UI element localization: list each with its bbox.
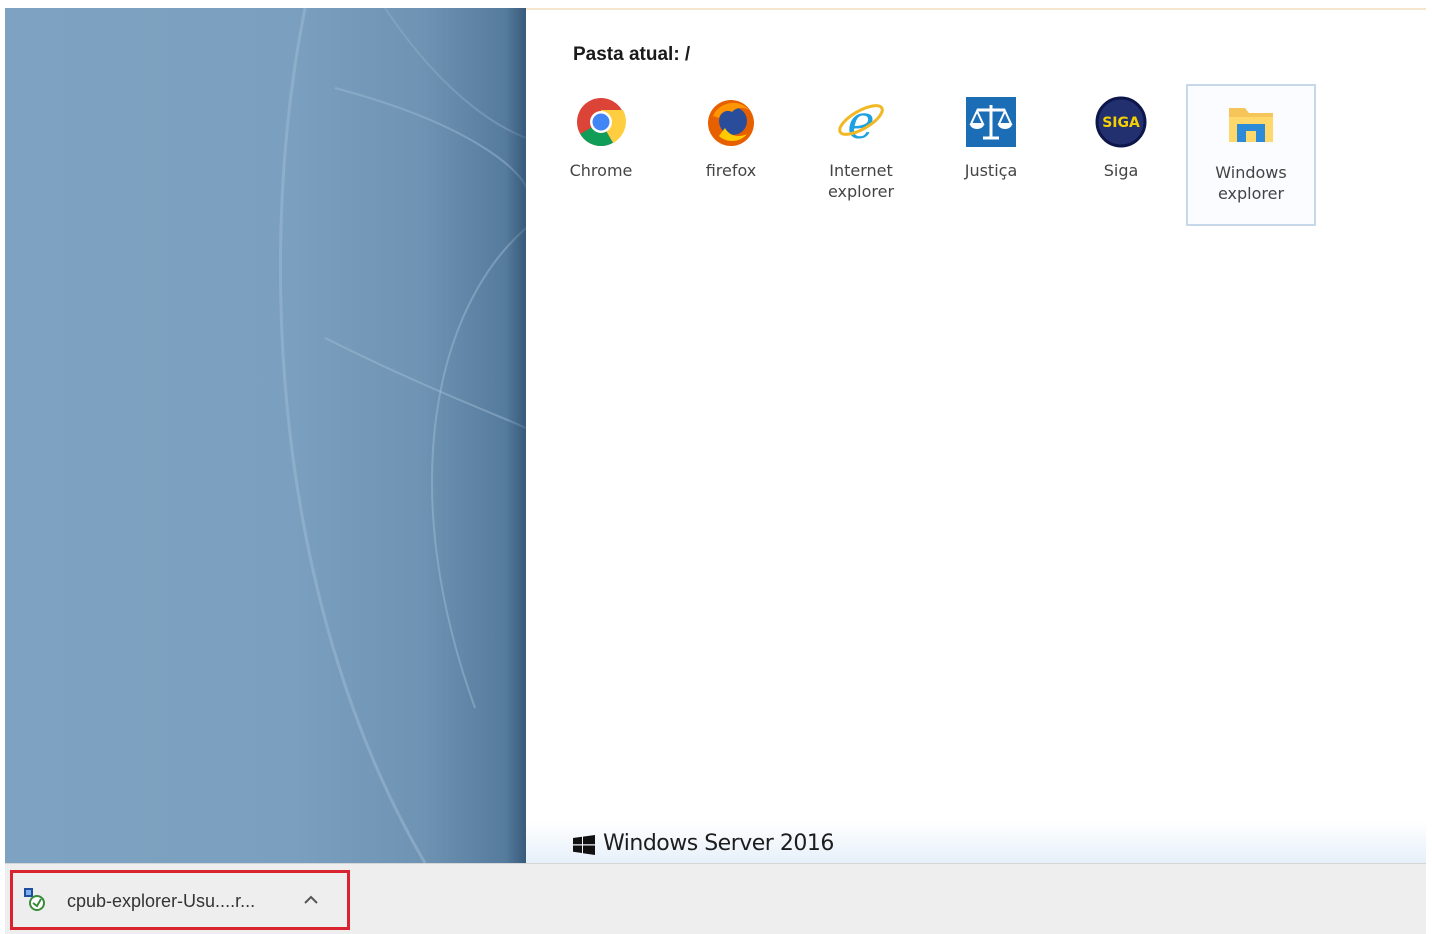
chevron-up-icon[interactable] <box>301 891 321 909</box>
chrome-icon <box>577 98 626 147</box>
wallpaper-shadow <box>506 8 526 863</box>
app-label: Internet explorer <box>827 161 895 201</box>
firefox-icon <box>708 100 754 146</box>
app-siga[interactable]: SIGA Siga <box>1056 84 1186 226</box>
app-launcher-panel: Pasta atual: / Chrome firefox e Internet… <box>526 8 1426 863</box>
rdp-file-icon <box>24 888 45 911</box>
folder-icon <box>1229 108 1273 142</box>
top-divider <box>526 8 1426 10</box>
svg-text:SIGA: SIGA <box>1102 115 1140 131</box>
svg-text:e: e <box>847 96 874 148</box>
app-label: Windows explorer <box>1215 163 1287 203</box>
app-justica[interactable]: Justiça <box>926 84 1056 226</box>
app-internet-explorer[interactable]: e Internet explorer <box>796 84 926 226</box>
download-filename: cpub-explorer-Usu....r... <box>67 891 256 911</box>
internet-explorer-icon: e <box>838 96 884 148</box>
siga-icon: SIGA <box>1095 96 1147 148</box>
wallpaper-globe-lines <box>278 8 526 863</box>
app-label: Chrome <box>569 161 633 180</box>
app-windows-explorer[interactable]: Windows explorer <box>1186 84 1316 226</box>
app-label: Justiça <box>964 161 1018 180</box>
download-item[interactable]: cpub-explorer-Usu....r... <box>10 870 350 930</box>
os-branding-footer: Windows Server 2016 <box>526 821 1426 863</box>
justice-scale-icon <box>966 97 1016 147</box>
app-firefox[interactable]: firefox <box>666 84 796 226</box>
os-name-text: Windows Server 2016 <box>603 831 834 856</box>
app-label: firefox <box>705 161 757 180</box>
desktop-wallpaper <box>5 8 526 863</box>
current-folder-label: Pasta atual: / <box>573 44 691 65</box>
windows-logo-icon <box>573 835 595 855</box>
remote-desktop-screen: Pasta atual: / Chrome firefox e Internet… <box>5 8 1426 863</box>
app-chrome[interactable]: Chrome <box>536 84 666 226</box>
browser-download-bar: cpub-explorer-Usu....r... <box>5 863 1426 934</box>
app-label: Siga <box>1103 161 1139 180</box>
